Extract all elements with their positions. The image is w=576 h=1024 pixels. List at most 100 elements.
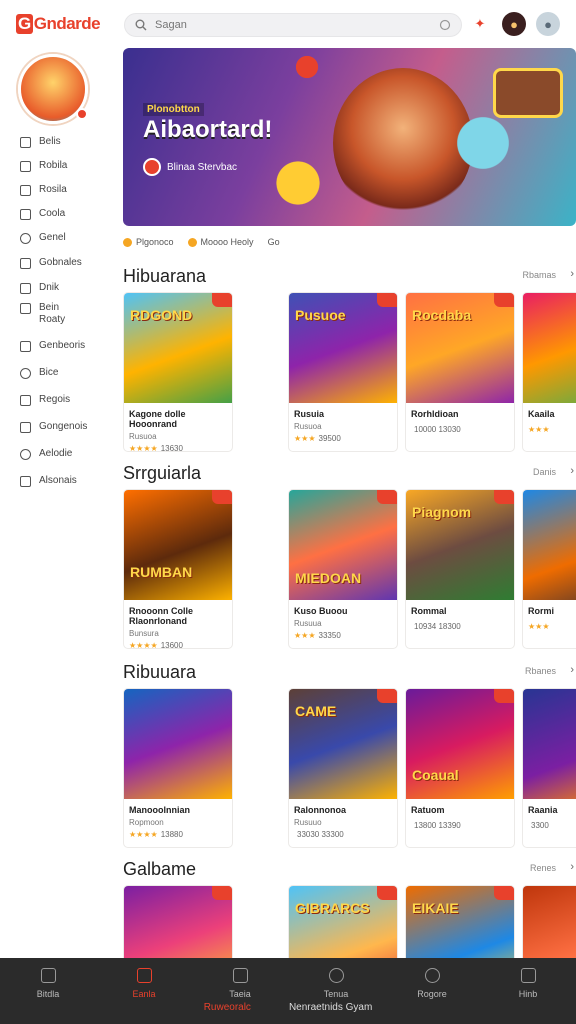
app-logo[interactable]: G Gndarde [16, 14, 101, 34]
hero-banner[interactable]: Plonobtton Aibaortard! Blinaa Stervbac [123, 48, 576, 226]
sidebar-item[interactable]: Belis [0, 136, 118, 160]
rating-stars: ★★★ 39500 [289, 431, 397, 443]
filter-chip[interactable]: Moooo Heoly [187, 237, 254, 247]
thumbnail-title: RDGOND [130, 307, 193, 323]
chevron-right-icon[interactable]: › [570, 861, 574, 873]
game-thumbnail: RUMBAN [124, 490, 232, 600]
sidebar-item[interactable]: Alsonais [0, 475, 118, 502]
rating-count: 10000 13030 [414, 425, 461, 434]
sidebar-item[interactable]: Genbeoris [0, 340, 118, 367]
rating-stars: ★★★★ 13880 [124, 827, 232, 839]
badge-ribbon [494, 293, 514, 307]
circle-icon [424, 968, 440, 983]
star-rating: ★★★★ [129, 830, 158, 839]
sidebar-item[interactable]: Gobnales [0, 257, 118, 282]
game-meta: Rusuua [294, 619, 322, 628]
sidebar-item[interactable]: Bice [0, 367, 118, 394]
sidebar-item[interactable]: Coola [0, 208, 118, 232]
game-card[interactable]: Piagnom Rommal 10934 18300 [405, 489, 515, 649]
rating-stars: 10934 18300 [406, 619, 514, 631]
rating-stars: ★★★ 33350 [289, 628, 397, 640]
sidebar-item[interactable]: Regois [0, 394, 118, 421]
grid-icon [20, 341, 31, 352]
game-thumbnail: CAME [289, 689, 397, 799]
badge-ribbon [377, 886, 397, 900]
game-name: Rnooonn Colle Rlaonrlonand [129, 606, 193, 626]
rating-stars: ★★★ [523, 619, 576, 631]
game-section: Srrguiarla Danis › RUMBAN Rnooonn Colle … [123, 463, 576, 659]
nav-label: Tenua [323, 989, 349, 999]
hero-tag: Plonobtton [143, 103, 204, 116]
thumbnail-title: RUMBAN [130, 564, 193, 580]
sparkle-icon[interactable]: ✦ [468, 12, 492, 36]
sidebar-item[interactable]: Dnik [0, 282, 118, 302]
nav-item[interactable]: Tenua [288, 958, 384, 1024]
game-thumbnail: Pusuoe [289, 293, 397, 403]
sidebar-item-label: Dnik [39, 282, 60, 293]
see-more-link[interactable]: Rbamas [522, 270, 556, 280]
game-thumbnail: MIEDOAN [289, 490, 397, 600]
game-name: Rusuia [294, 409, 325, 419]
see-more-link[interactable]: Danis [533, 467, 556, 477]
game-meta: Rusuuo [294, 818, 322, 827]
bottom-nav: Bitdla Eanla Taeia Tenua Rogore Hinb [0, 958, 576, 1024]
nav-label: Hinb [518, 989, 538, 999]
sidebar-item[interactable]: Bein Roaty [0, 302, 118, 340]
section-title: Galbame [123, 859, 197, 879]
hero-character [333, 68, 473, 218]
filter-chip[interactable]: Plgonoco [123, 237, 174, 247]
search-bar[interactable] [124, 13, 462, 37]
circle-icon [20, 368, 31, 379]
chevron-right-icon[interactable]: › [570, 465, 574, 477]
app-root: GGndarde ✦ ● ● Belis Robila Rosila Coola… [0, 0, 576, 1024]
hero-subtitle: Blinaa Stervbac [143, 156, 243, 178]
nav-item[interactable]: Bitdla [0, 958, 96, 1024]
game-card[interactable]: MIEDOAN Kuso Buoou Rusuua ★★★ 33350 [288, 489, 398, 649]
sidebar-item-label: Aelodie [39, 448, 73, 459]
filter-label: Go [267, 237, 280, 247]
see-more-link[interactable]: Rbanes [525, 666, 556, 676]
game-card[interactable]: CAME Ralonnonoa Rusuuo 33030 33300 [288, 688, 398, 848]
nav-item[interactable]: Taeia [192, 958, 288, 1024]
sidebar-item[interactable]: Genel [0, 232, 118, 257]
sidebar-item[interactable]: Aelodie [0, 448, 118, 475]
sidebar-item[interactable]: Gongenois [0, 421, 118, 448]
game-name: Rommal [411, 606, 447, 616]
see-more-link[interactable]: Renes [530, 863, 556, 873]
nav-item[interactable]: Rogore [384, 958, 480, 1024]
chevron-right-icon[interactable]: › [570, 268, 574, 280]
profile-avatar[interactable]: ● [536, 12, 560, 36]
rating-count: 13630 [160, 444, 183, 452]
game-name: Ralonnonoa [294, 805, 346, 815]
clock-icon [20, 449, 31, 460]
game-card[interactable]: Rormi ★★★ [522, 489, 576, 649]
hero-title: Aibaortard! [143, 116, 273, 143]
star-icon [187, 237, 197, 247]
nav-label: Eanla [132, 989, 156, 999]
user-avatar[interactable]: ● [502, 12, 526, 36]
voice-search-icon[interactable] [439, 19, 451, 31]
chevron-right-icon[interactable]: › [570, 664, 574, 676]
game-card[interactable]: Pusuoe Rusuia Rusuoa ★★★ 39500 [288, 292, 398, 452]
game-card[interactable]: RUMBAN Rnooonn Colle Rlaonrlonand Bunsur… [123, 489, 233, 649]
nav-item[interactable]: Hinb [480, 958, 576, 1024]
game-card[interactable]: Rocdaba Rorhldioan 10000 13030 [405, 292, 515, 452]
rating-stars: ★★★★ 13600 [124, 638, 232, 648]
grid-icon [20, 422, 31, 433]
game-name: Kuso Buoou [294, 606, 348, 616]
grid-icon [20, 476, 31, 487]
game-card[interactable]: RDGOND Kagone dolle Hooonrand Rusuoa ★★★… [123, 292, 233, 452]
game-card[interactable]: Manooolnnian Ropmoon ★★★★ 13880 [123, 688, 233, 848]
game-card[interactable]: Raania 3300 [522, 688, 576, 848]
thumbnail-title: EIKAIE [412, 900, 459, 916]
card-row: RUMBAN Rnooonn Colle Rlaonrlonand Bunsur… [123, 489, 576, 655]
sidebar-item[interactable]: Rosila [0, 184, 118, 208]
filter-label: Plgonoco [136, 237, 174, 247]
sidebar-item[interactable]: Robila [0, 160, 118, 184]
game-card[interactable]: Kaaila ★★★ [522, 292, 576, 452]
search-input[interactable] [155, 19, 425, 31]
controller-icon [20, 303, 31, 314]
game-card[interactable]: Coaual Ratuom 13800 13390 [405, 688, 515, 848]
nav-item-active[interactable]: Eanla [96, 958, 192, 1024]
filter-chip[interactable]: Go [268, 237, 280, 247]
